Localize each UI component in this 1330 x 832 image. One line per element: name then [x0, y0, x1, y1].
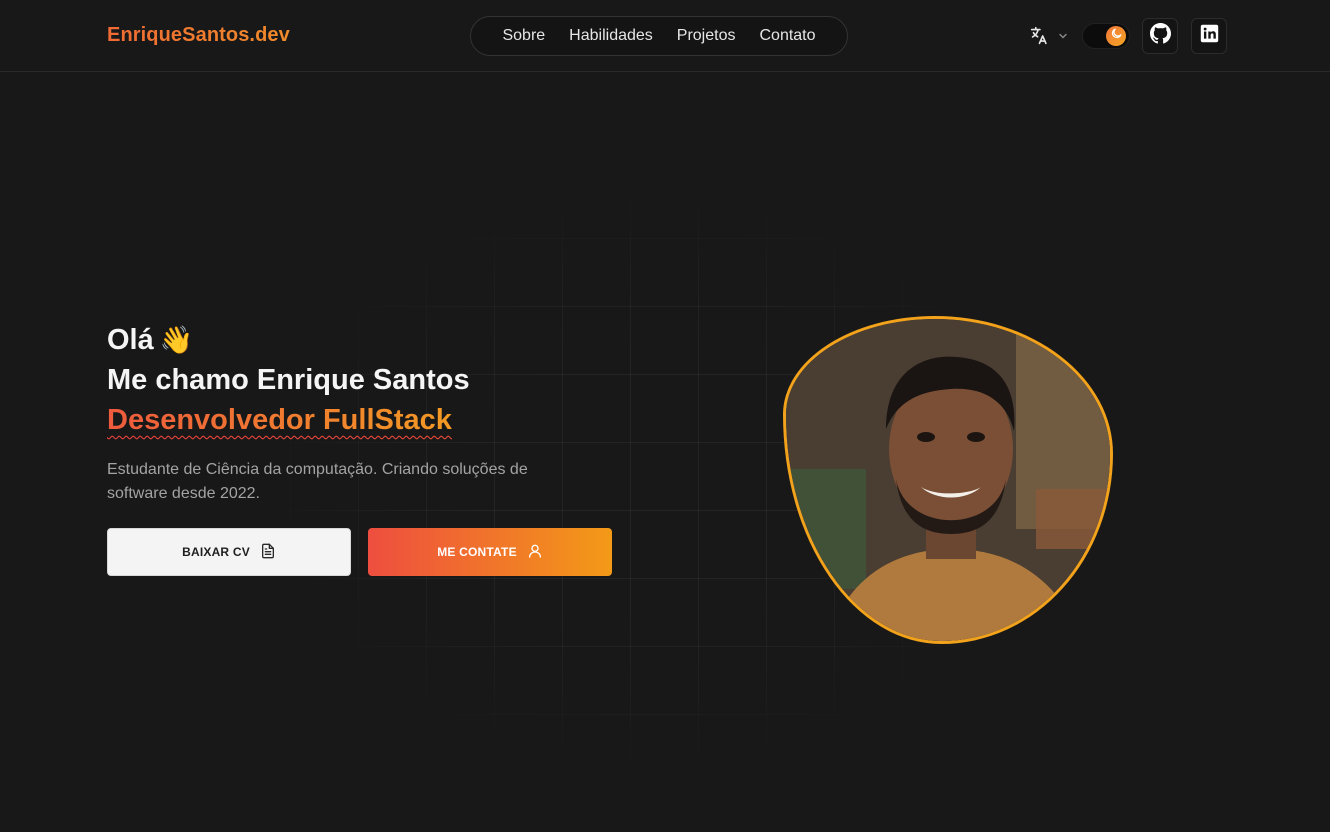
- profile-photo: [783, 316, 1113, 644]
- contact-label: ME CONTATE: [437, 545, 517, 559]
- greeting-line: Olá 👋: [107, 320, 627, 360]
- site-header: EnriqueSantos.dev Sobre Habilidades Proj…: [0, 0, 1330, 72]
- contact-button[interactable]: ME CONTATE: [368, 528, 612, 576]
- logo-link[interactable]: EnriqueSantos.dev: [107, 24, 290, 47]
- document-icon: [260, 543, 276, 562]
- linkedin-button[interactable]: [1191, 18, 1227, 54]
- nav-link-sobre[interactable]: Sobre: [502, 27, 545, 45]
- chevron-down-icon: [1058, 31, 1068, 41]
- hero-subtitle: Estudante de Ciência da computação. Cria…: [107, 461, 528, 502]
- greeting: Olá: [107, 324, 154, 356]
- language-selector[interactable]: [1028, 24, 1068, 48]
- hero-text: Olá 👋 Me chamo Enrique Santos Desenvolve…: [107, 320, 627, 506]
- translate-icon: [1028, 25, 1050, 47]
- main-nav: Sobre Habilidades Projetos Contato: [470, 16, 848, 56]
- download-cv-label: BAIXAR CV: [182, 545, 250, 559]
- nav-link-projetos[interactable]: Projetos: [677, 27, 736, 45]
- role-heading: Desenvolvedor FullStack: [107, 400, 452, 440]
- github-icon: [1149, 23, 1171, 49]
- theme-toggle[interactable]: [1082, 23, 1130, 49]
- nav-link-habilidades[interactable]: Habilidades: [569, 27, 653, 45]
- github-button[interactable]: [1142, 18, 1178, 54]
- nav-link-contato[interactable]: Contato: [759, 27, 815, 45]
- linkedin-icon: [1200, 24, 1219, 48]
- user-icon: [527, 543, 543, 562]
- theme-knob: [1106, 26, 1126, 46]
- intro-heading: Me chamo Enrique Santos: [107, 364, 470, 396]
- page: EnriqueSantos.dev Sobre Habilidades Proj…: [0, 0, 1330, 832]
- download-cv-button[interactable]: BAIXAR CV: [107, 528, 351, 576]
- moon-icon: [1110, 27, 1123, 45]
- wave-emoji-icon: 👋: [159, 325, 194, 355]
- profile-photo-illustration: [786, 319, 1110, 641]
